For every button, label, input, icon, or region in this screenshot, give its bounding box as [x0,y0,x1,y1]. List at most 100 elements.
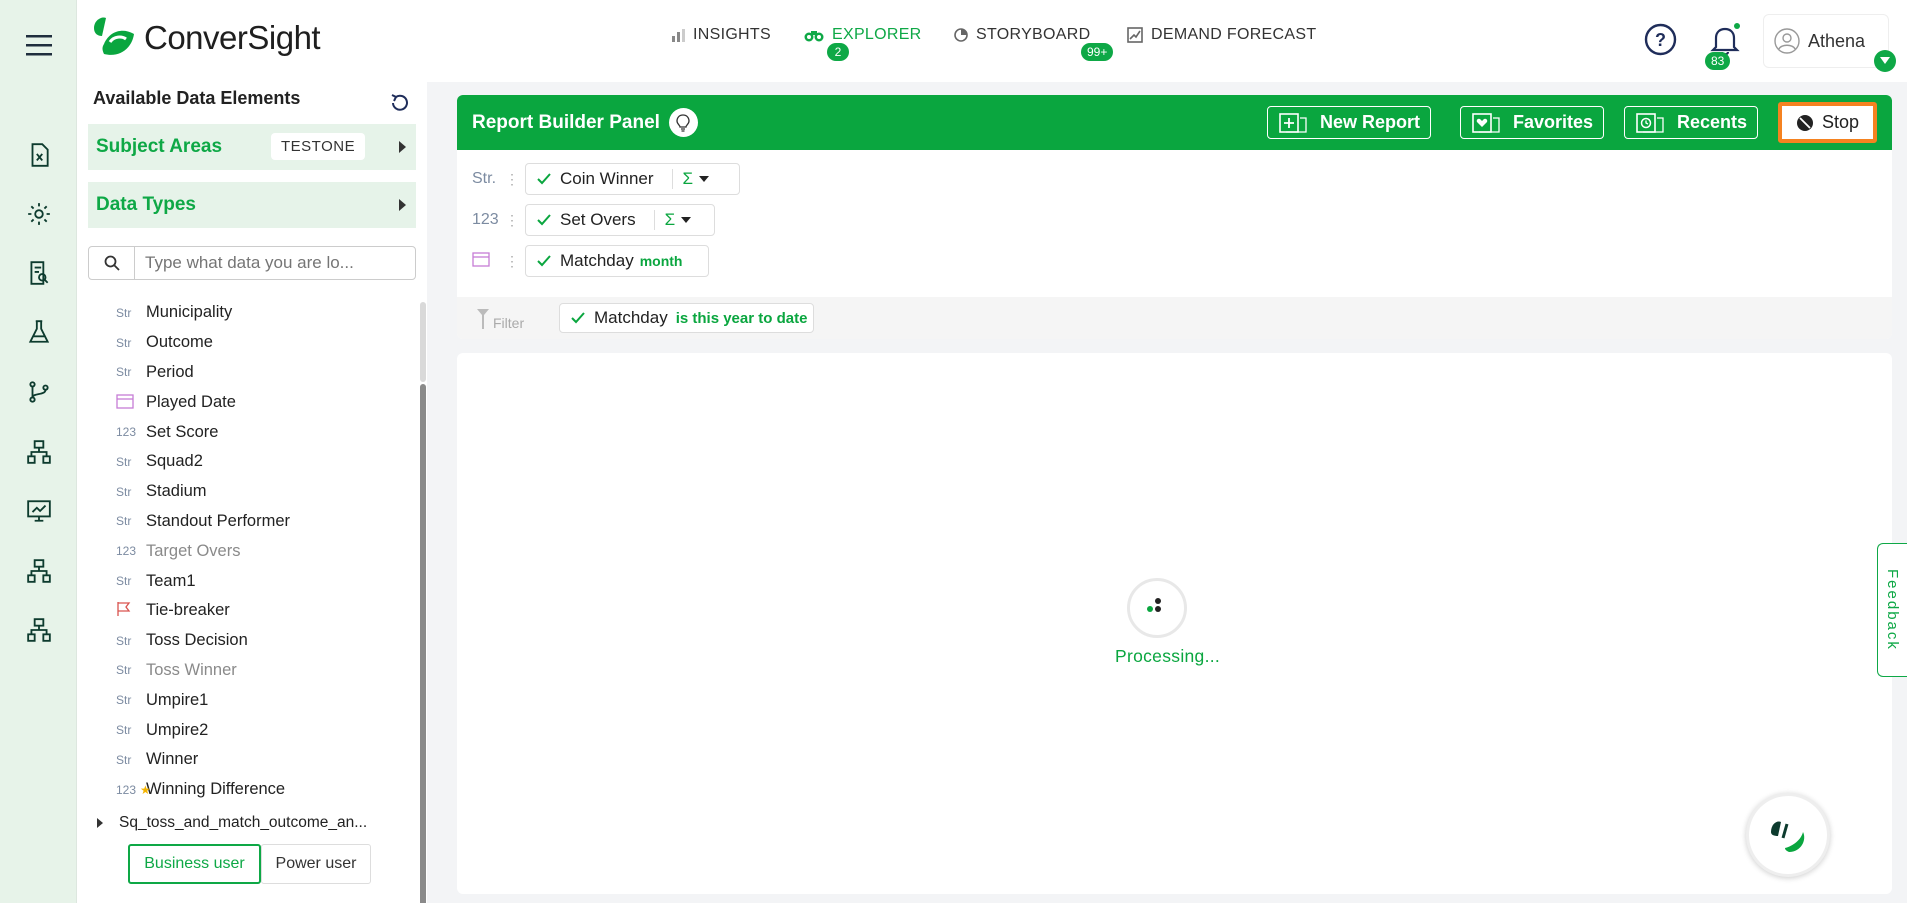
drag-handle-icon[interactable]: ⋮ [505,253,519,270]
favorites-button[interactable]: Favorites [1460,106,1605,139]
field-item[interactable]: Str Period [77,358,407,388]
hierarchy-icon[interactable] [26,617,52,643]
filter-label[interactable]: Filter [477,307,524,331]
subject-area-value: TESTONE [271,133,366,160]
stop-button[interactable]: Stop [1778,102,1877,143]
field-item[interactable]: Str Winner [77,745,407,775]
string-type-icon: Str [116,723,132,738]
expand-arrow-icon [399,199,406,211]
assistant-bot-button[interactable] [1746,793,1830,877]
scrollbar-track [420,302,426,382]
nav-storyboard[interactable]: STORYBOARD [954,26,1090,44]
excel-file-icon[interactable] [26,142,52,168]
field-item[interactable]: Played Date [77,387,407,417]
user-avatar-icon [1774,28,1800,54]
field-item[interactable]: Str Municipality [77,298,407,328]
brand-logo[interactable]: ConverSight [90,14,321,62]
string-type-icon: Str. [472,170,497,187]
subject-tree-item[interactable]: Sq_toss_and_match_outcome_an... [97,814,367,832]
string-type-icon: Str [116,365,132,380]
check-icon [571,312,585,324]
string-type-icon: Str [116,752,132,767]
builder-chip[interactable]: Set Overs Σ [525,204,715,236]
insights-badge: 2 [827,43,849,61]
feedback-tab[interactable]: Feedback [1877,543,1907,677]
recents-button[interactable]: Recents [1624,106,1759,139]
nav-explorer[interactable]: EXPLORER [804,26,922,44]
recents-icon [1636,112,1664,133]
field-item[interactable]: 123 Set Score [77,417,407,447]
nav-insights[interactable]: INSIGHTS [671,26,771,44]
storyboard-icon [954,28,968,42]
builder-chip-label: Set Overs [560,210,636,229]
field-item[interactable]: Tie-breaker [77,596,407,626]
field-item[interactable]: Str Outcome [77,328,407,358]
svg-text:?: ? [1655,30,1666,50]
star-icon: ★ [140,782,151,797]
scrollbar-thumb[interactable] [420,384,426,903]
aggregation-dropdown[interactable]: Σ [671,169,710,189]
flask-icon[interactable] [26,319,52,345]
builder-chip[interactable]: Matchday month [525,245,709,277]
filter-field: Matchday [594,308,668,327]
data-types-section[interactable]: Data Types [88,182,416,228]
builder-row: Str. ⋮ Coin Winner Σ [457,163,1892,195]
user-menu-toggle[interactable] [1874,50,1896,72]
builder-chip[interactable]: Coin Winner Σ [525,163,740,195]
new-report-button[interactable]: New Report [1267,106,1432,139]
report-search-icon[interactable] [26,260,52,286]
numeric-type-icon: 123 [116,544,137,559]
field-item[interactable]: Str Toss Winner [77,656,407,686]
field-item[interactable]: 123 ★ Winning Difference [77,775,407,805]
user-menu[interactable]: Athena [1763,14,1889,68]
business-user-toggle[interactable]: Business user [128,844,261,884]
settings-icon[interactable] [26,201,52,227]
nav-insights-label: INSIGHTS [693,26,771,43]
presentation-chart-icon[interactable] [26,498,52,524]
hierarchy-icon[interactable] [26,439,52,465]
stop-icon [1796,114,1813,131]
processing-status: Processing... [1115,646,1221,666]
drag-handle-icon[interactable]: ⋮ [505,171,519,188]
report-builder-header: Report Builder Panel New Report Favorite… [457,95,1892,150]
field-list: Str Municipality Str Outcome Str Period Pla… [77,298,407,805]
field-item[interactable]: Str Umpire1 [77,685,407,715]
field-item[interactable]: Str Team1 [77,566,407,596]
left-rail [0,0,77,903]
subject-tree-label: Sq_toss_and_match_outcome_an... [119,814,368,831]
filter-chip[interactable]: Matchday is this year to date [559,303,815,333]
data-types-label: Data Types [96,194,196,215]
field-item[interactable]: Str Squad2 [77,447,407,477]
string-type-icon: Str [116,454,132,469]
string-type-icon: Str [116,305,132,320]
check-icon [537,214,551,226]
drag-handle-icon[interactable]: ⋮ [505,212,519,229]
check-icon [537,173,551,185]
hierarchy-icon[interactable] [26,558,52,584]
field-item[interactable]: Str Stadium [77,477,407,507]
nav-demand-forecast[interactable]: DEMAND FORECAST [1127,26,1316,44]
refresh-icon[interactable] [389,92,411,114]
conversight-logo-icon [94,17,134,55]
date-granularity[interactable]: month [640,253,683,269]
subject-areas-section[interactable]: Subject Areas TESTONE [88,124,416,170]
numeric-type-icon: 123 [116,782,137,797]
numeric-type-icon: 123 [116,425,137,440]
field-item[interactable]: Str Umpire2 [77,715,407,745]
search-input[interactable] [135,253,405,273]
data-search[interactable] [88,246,416,280]
string-type-icon: Str [116,514,132,529]
loading-spinner [1127,578,1187,638]
field-item[interactable]: Str Toss Decision [77,626,407,656]
aggregation-dropdown[interactable]: Σ [653,210,692,230]
caret-down-icon [1880,57,1890,64]
builder-row: 123 ⋮ Set Overs Σ [457,204,1892,236]
help-icon[interactable]: ? [1644,23,1677,56]
check-icon [537,255,551,267]
power-user-toggle[interactable]: Power user [261,844,371,884]
hamburger-icon[interactable] [26,34,52,56]
branch-icon[interactable] [26,379,52,405]
lightbulb-icon[interactable] [668,108,698,137]
field-item[interactable]: Str Standout Performer [77,507,407,537]
field-item[interactable]: 123 Target Overs [77,536,407,566]
